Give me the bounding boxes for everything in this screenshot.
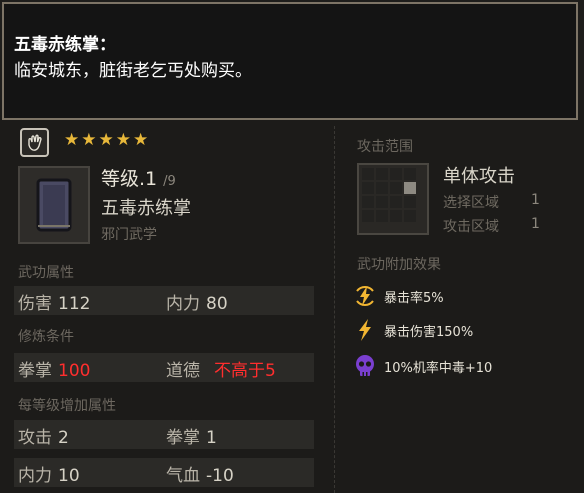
level-max: /9 (163, 174, 176, 189)
per-level-row-1: 攻击 2 拳掌 1 (14, 420, 314, 449)
attack-area-row: 攻击区域 1 (443, 216, 553, 236)
pl-attack-label: 攻击 (18, 428, 52, 448)
acquisition-tooltip: 五毒赤练掌： 临安城东，脏街老乞丐处购买。 (2, 2, 578, 120)
select-area-label: 选择区域 (443, 195, 499, 211)
select-area-value: 1 (531, 192, 540, 208)
palm-icon[interactable] (20, 128, 49, 157)
skill-name: 五毒赤练掌 (101, 198, 191, 219)
effect-text: 10%机率中毒+10 (384, 360, 493, 376)
per-level-row-2: 内力 10 气血 -10 (14, 458, 314, 487)
req-morality-value: 不高于5 (214, 361, 276, 381)
effect-text: 暴击伤害150% (384, 324, 474, 340)
req-morality-label: 道德 (166, 361, 200, 381)
neili-value: 80 (206, 294, 228, 314)
column-divider (334, 126, 335, 493)
skill-level: 等级.1/9 (101, 164, 176, 191)
attributes-label: 武功属性 (18, 265, 74, 281)
pl-neili-label: 内力 (18, 466, 52, 486)
pl-quanzhang-label: 拳掌 (166, 428, 200, 448)
pl-attack-value: 2 (58, 428, 69, 448)
range-label: 攻击范围 (357, 139, 413, 155)
pl-neili-value: 10 (58, 466, 80, 486)
level-value: 等级.1 (101, 168, 158, 190)
attack-area-value: 1 (531, 216, 540, 232)
damage-label: 伤害 (18, 294, 52, 314)
tooltip-title: 五毒赤练掌： (14, 35, 116, 55)
req-quanzhang-label: 拳掌 (18, 361, 52, 381)
range-target-cell (404, 182, 416, 194)
requirements-label: 修炼条件 (18, 329, 74, 345)
effect-item: 暴击伤害150% (352, 316, 473, 344)
attack-area-label: 攻击区域 (443, 219, 499, 235)
skill-book-icon (18, 166, 90, 244)
effects-label: 武功附加效果 (357, 257, 441, 273)
skull-icon (352, 353, 378, 379)
per-level-label: 每等级增加属性 (18, 398, 116, 414)
effect-text: 暴击率5% (384, 290, 444, 306)
req-quanzhang-value: 100 (58, 361, 91, 381)
pl-qixue-label: 气血 (166, 466, 200, 486)
range-type: 单体攻击 (443, 166, 515, 187)
rarity-stars: ★★★★★ (64, 130, 151, 150)
pl-quanzhang-value: 1 (206, 428, 217, 448)
skill-school: 邪门武学 (101, 227, 157, 243)
pl-qixue-value: -10 (206, 466, 234, 486)
select-area-row: 选择区域 1 (443, 192, 553, 212)
attack-range-grid (357, 163, 429, 235)
neili-label: 内力 (166, 294, 200, 314)
damage-value: 112 (58, 294, 91, 314)
effect-item: 暴击率5% (352, 282, 444, 310)
tooltip-body: 临安城东，脏街老乞丐处购买。 (14, 61, 252, 81)
attributes-row: 伤害 112 内力 80 (14, 286, 314, 315)
lightning-icon (352, 317, 378, 343)
effect-item: 10%机率中毒+10 (352, 352, 492, 380)
lightning-circle-icon (352, 283, 378, 309)
requirements-row: 拳掌 100 道德 不高于5 (14, 353, 314, 382)
